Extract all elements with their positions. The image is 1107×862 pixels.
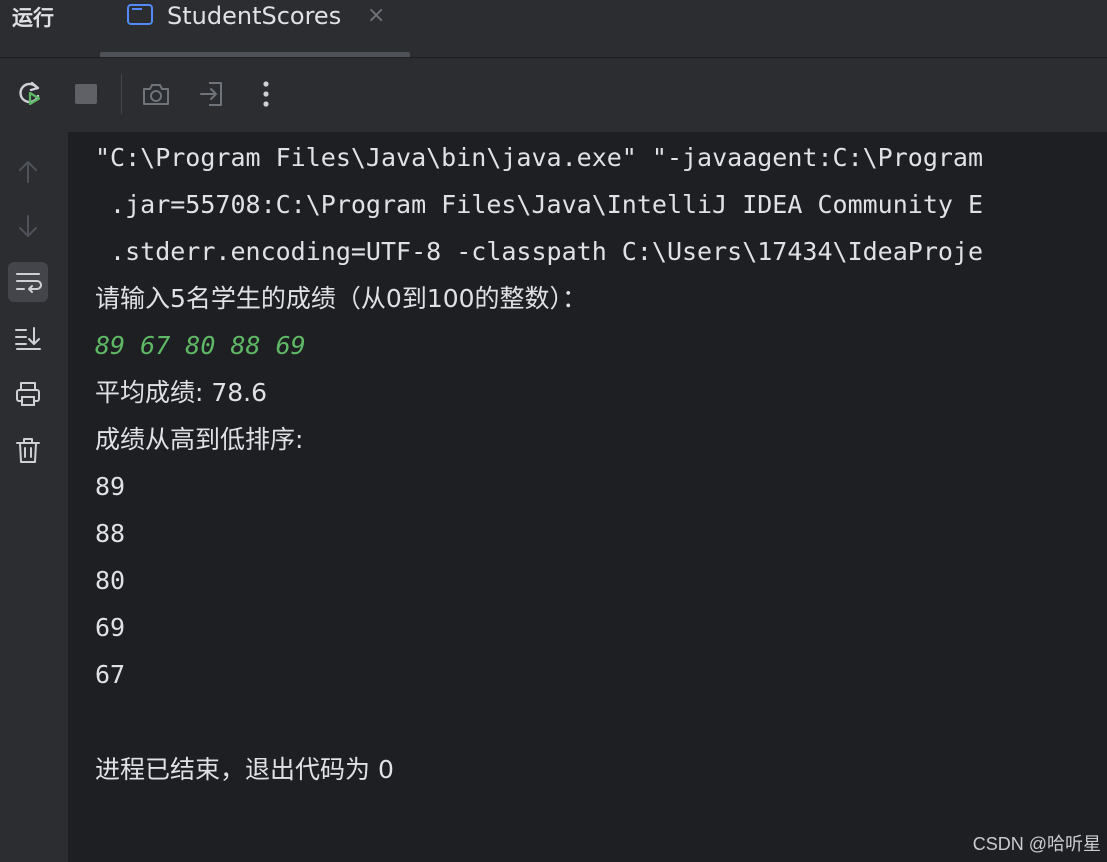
- console-line-score: 88: [95, 519, 126, 548]
- console-line-score: 67: [95, 660, 126, 689]
- exit-button[interactable]: [196, 78, 228, 110]
- camera-icon: [143, 84, 169, 105]
- arrow-down-icon: [19, 215, 37, 237]
- scroll-to-end-button[interactable]: [8, 318, 48, 358]
- console-line-exit-status: 进程已结束，退出代码为 0: [95, 755, 394, 784]
- clear-all-button[interactable]: [8, 430, 48, 470]
- print-button[interactable]: [8, 374, 48, 414]
- rerun-button[interactable]: [14, 78, 46, 110]
- close-icon[interactable]: ×: [367, 2, 385, 30]
- scroll-to-end-icon: [15, 327, 41, 350]
- run-label: 运行: [12, 6, 54, 30]
- previous-occurrence-button[interactable]: [8, 152, 48, 192]
- console-line-user-input: 89 67 80 88 69: [95, 331, 306, 360]
- soft-wrap-icon: [16, 273, 42, 293]
- stop-icon: [75, 84, 97, 104]
- arrow-up-icon: [19, 161, 37, 183]
- console-gutter: [0, 132, 68, 862]
- tab-label: StudentScores: [167, 2, 342, 30]
- print-icon: [16, 382, 40, 406]
- more-icon: [263, 81, 269, 107]
- rerun-icon: [19, 81, 41, 106]
- screenshot-button[interactable]: [140, 78, 172, 110]
- more-options-button[interactable]: [250, 78, 282, 110]
- next-occurrence-button[interactable]: [8, 206, 48, 246]
- console-line-score: 89: [95, 472, 126, 501]
- run-toolbar: [0, 58, 1107, 132]
- console-line-prompt: 请输入5名学生的成绩（从0到100的整数）：: [95, 284, 588, 313]
- console-line-command: .stderr.encoding=UTF-8 -classpath C:\Use…: [95, 237, 984, 266]
- console-line-command: .jar=55708:C:\Program Files\Java\Intelli…: [95, 190, 984, 219]
- run-tool-window-header: 运行 StudentScores ×: [0, 0, 1107, 58]
- console-line-sort-header: 成绩从高到低排序:: [95, 425, 304, 454]
- console-output[interactable]: "C:\Program Files\Java\bin\java.exe" "-j…: [68, 132, 1107, 862]
- console-line-score: 69: [95, 613, 126, 642]
- soft-wrap-button[interactable]: [8, 262, 48, 302]
- stop-button[interactable]: [70, 78, 102, 110]
- trash-icon: [16, 438, 40, 463]
- console-line-average: 平均成绩: 78.6: [95, 378, 268, 407]
- tab-student-scores[interactable]: StudentScores ×: [100, 0, 410, 58]
- console-line-command: "C:\Program Files\Java\bin\java.exe" "-j…: [95, 143, 984, 172]
- watermark: CSDN @哈听星: [972, 834, 1101, 854]
- console-line-score: 80: [95, 566, 126, 595]
- exit-icon: [200, 82, 222, 106]
- console-tab-icon: [127, 4, 153, 25]
- toolbar-separator: [121, 74, 122, 114]
